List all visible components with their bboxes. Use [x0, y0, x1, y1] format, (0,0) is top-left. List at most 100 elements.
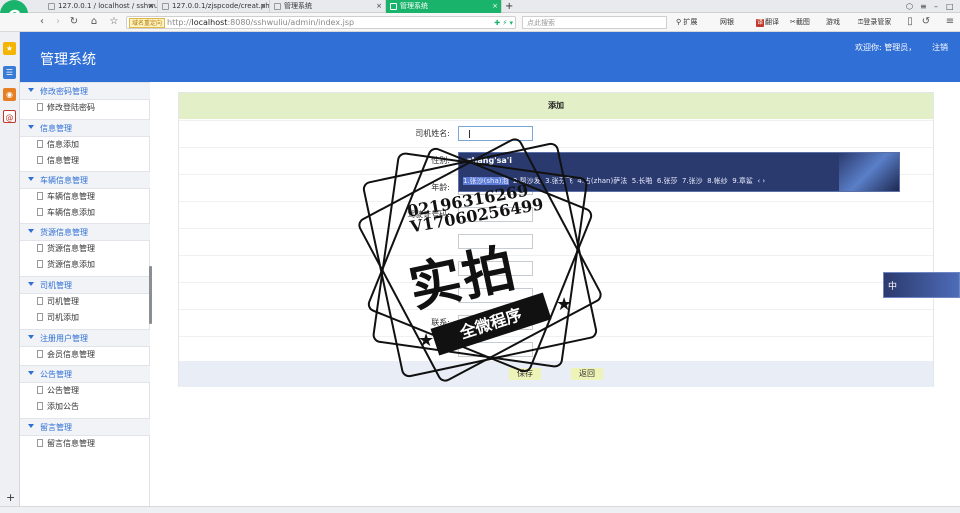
back-button[interactable]: 返回 — [571, 368, 603, 380]
search-icon: ⚲ — [676, 18, 682, 26]
netbank-button[interactable]: 网银 — [720, 16, 734, 29]
sidebar-group-messages[interactable]: 留言管理 — [20, 418, 150, 436]
browser-tab-creat[interactable]: 127.0.0.1/zjspcode/creat.php × — [158, 0, 270, 13]
forward-icon[interactable]: › — [52, 16, 64, 28]
page-icon — [390, 3, 397, 10]
field-label: 年龄: — [431, 183, 450, 192]
contact-input[interactable] — [458, 315, 533, 330]
ime-candidate[interactable]: 7.张沙 — [682, 177, 703, 185]
logout-link[interactable]: 注销 — [932, 42, 948, 53]
ime-candidate[interactable]: 9.章鲨 — [732, 177, 753, 185]
reload-icon[interactable]: ↻ — [68, 16, 80, 28]
document-icon — [37, 386, 43, 394]
form-row-6 — [179, 255, 933, 281]
sidebar-item-vehicle-manage[interactable]: 车辆信息管理 — [20, 189, 150, 205]
ime-page-arrows-icon[interactable]: ‹ › — [757, 177, 765, 185]
sidebar-group-info[interactable]: 信息管理 — [20, 119, 150, 137]
close-icon[interactable]: × — [148, 0, 154, 13]
sidebar-item-message-manage[interactable]: 留言信息管理 — [20, 436, 150, 452]
form-row-contact: 联系: — [179, 309, 933, 335]
sidebar-group-driver[interactable]: 司机管理 — [20, 276, 150, 294]
sidebar-item-notice-add[interactable]: 添加公告 — [20, 399, 150, 415]
ime-status-widget[interactable]: 中 — [883, 272, 960, 298]
sidebar-item-notice-manage[interactable]: 公告管理 — [20, 383, 150, 399]
sidebar-item-cargo-add[interactable]: 货源信息添加 — [20, 257, 150, 273]
sidebar-item-vehicle-add[interactable]: 车辆信息添加 — [20, 205, 150, 221]
save-button[interactable]: 保存 — [509, 368, 541, 380]
sidebar-group-cargo[interactable]: 货源信息管理 — [20, 223, 150, 241]
sidebar-group-users[interactable]: 注册用户管理 — [20, 329, 150, 347]
field-5-input[interactable] — [458, 234, 533, 249]
field-7-input[interactable] — [458, 288, 533, 303]
sidebar-item-member-manage[interactable]: 会员信息管理 — [20, 347, 150, 363]
driver-name-input[interactable] — [458, 126, 533, 141]
translate-button[interactable]: 译翻译 — [756, 16, 779, 29]
translate-icon: 译 — [756, 19, 764, 27]
sidebar-item-driver-manage[interactable]: 司机管理 — [20, 294, 150, 310]
sidebar-item-driver-add[interactable]: 司机添加 — [20, 310, 150, 326]
ime-candidate[interactable]: 1.张沙(sha)泡 — [463, 177, 509, 185]
search-input[interactable]: 点此搜索 — [522, 16, 667, 29]
minimize-icon[interactable]: – — [934, 0, 938, 13]
remark-input[interactable] — [458, 342, 533, 357]
weibo-icon[interactable]: ◉ — [3, 88, 16, 101]
close-icon[interactable]: × — [492, 0, 498, 13]
browser-tab-admin[interactable]: 管理系统 × — [270, 0, 386, 13]
menu-icon[interactable]: ≡ — [920, 0, 927, 13]
add-sidebar-icon[interactable]: + — [6, 492, 15, 504]
sidebar-item-change-password[interactable]: 修改登陆密码 — [20, 100, 150, 116]
reader-icon[interactable]: ☰ — [3, 66, 16, 79]
security-icon[interactable]: ✚ ⚡ ▾ — [494, 17, 513, 29]
close-icon[interactable]: × — [376, 0, 382, 13]
ime-candidate[interactable]: 2.帮沙发 — [513, 177, 541, 185]
sidebar-scrollbar[interactable] — [149, 266, 152, 324]
sidebar-group-password[interactable]: 修改密码管理 — [20, 82, 150, 100]
browser-tab-phpmyadmin[interactable]: 127.0.0.1 / localhost / sshwuliu × — [44, 0, 158, 13]
maximize-icon[interactable]: □ — [946, 0, 954, 13]
sidebar-item-info-manage[interactable]: 信息管理 — [20, 153, 150, 169]
ime-candidate[interactable]: 8.帐纱 — [707, 177, 728, 185]
skin-icon[interactable]: ⬡ — [906, 0, 913, 13]
games-button[interactable]: 游戏 — [826, 16, 840, 29]
phone-icon[interactable]: ▯ — [904, 16, 916, 28]
sidebar-item-info-add[interactable]: 信息添加 — [20, 137, 150, 153]
form-button-row: 保存 返回 — [179, 361, 933, 387]
sidebar-item-cargo-manage[interactable]: 货源信息管理 — [20, 241, 150, 257]
caret-down-icon — [28, 335, 34, 339]
sidebar-group-notice[interactable]: 公告管理 — [20, 365, 150, 383]
favorites-icon[interactable]: ★ — [3, 42, 16, 55]
document-icon — [37, 297, 43, 305]
ime-candidate[interactable]: 3.张芬飞 — [545, 177, 573, 185]
caret-down-icon — [28, 88, 34, 92]
new-tab-button[interactable]: + — [505, 0, 513, 13]
login-manager-button[interactable]: ⚿登录管家 — [858, 16, 891, 29]
back-icon[interactable]: ‹ — [36, 16, 48, 28]
sidebar-group-vehicle[interactable]: 车辆信息管理 — [20, 171, 150, 189]
browser-status-bar — [0, 506, 960, 513]
ime-candidate[interactable]: 4.占(zhan)萨法 — [577, 177, 627, 185]
undo-icon[interactable]: ↺ — [920, 16, 932, 28]
menu-icon[interactable]: ≡ — [944, 16, 956, 28]
screenshot-button[interactable]: ✂截图 — [790, 16, 810, 29]
caret-down-icon — [28, 371, 34, 375]
browser-tab-bar: 127.0.0.1 / localhost / sshwuliu × 127.0… — [0, 0, 960, 13]
form-title: 添加 — [179, 93, 933, 119]
mail-icon[interactable]: @ — [3, 110, 16, 123]
tab-label: 管理系统 — [400, 2, 428, 10]
close-icon[interactable]: × — [260, 0, 266, 13]
extensions-button[interactable]: ⚲ 扩展 — [676, 16, 697, 29]
browser-sidebar: ★ ☰ ◉ @ — [0, 32, 20, 506]
home-icon[interactable]: ⌂ — [88, 16, 100, 28]
browser-tab-active[interactable]: 管理系统 × — [386, 0, 502, 13]
caret-down-icon — [28, 229, 34, 233]
document-icon — [37, 260, 43, 268]
add-driver-form: 添加 司机姓名: 性别: 年龄: 驾驶证号码: 联系: 备: 保存 返回 — [178, 92, 934, 387]
admin-sidebar: 修改密码管理 修改登陆密码 信息管理 信息添加 信息管理 车辆信息管理 车辆信息… — [20, 82, 150, 506]
field-6-input[interactable] — [458, 261, 533, 276]
ime-candidate[interactable]: 5.长啪 — [632, 177, 653, 185]
form-row-5 — [179, 228, 933, 254]
bookmark-star-icon[interactable]: ☆ — [108, 16, 120, 28]
license-input[interactable] — [458, 207, 533, 222]
ime-candidate[interactable]: 6.张莎 — [657, 177, 678, 185]
url-input[interactable]: 域名重定向 http://localhost:8080/sshwuliu/adm… — [126, 16, 516, 29]
